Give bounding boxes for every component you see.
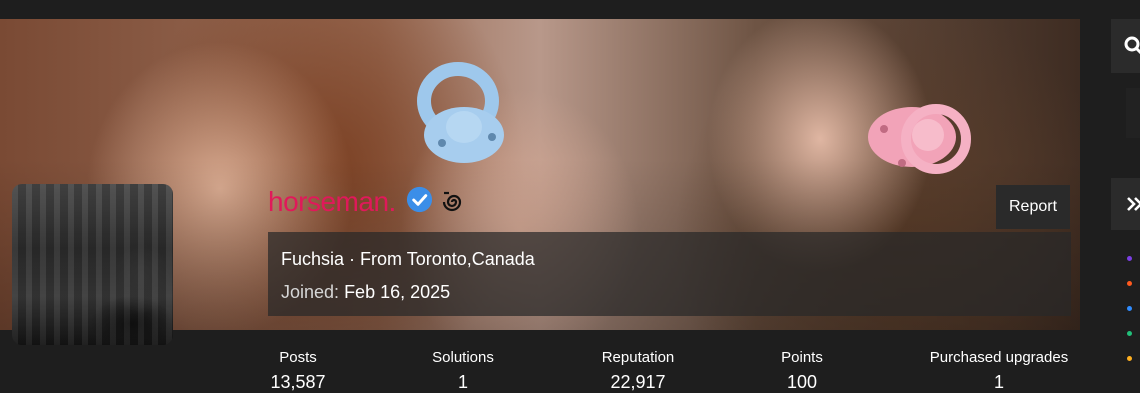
pink-pacifier-graphic (868, 104, 971, 174)
sidebar-input[interactable] (1126, 88, 1140, 138)
search-icon (1124, 36, 1140, 55)
stat-solutions[interactable]: Solutions 1 (418, 349, 508, 393)
list-marker-icon (1127, 356, 1132, 361)
list-marker-icon (1127, 306, 1132, 311)
spiral-badge-icon (442, 191, 462, 212)
list-marker-icon (1127, 281, 1132, 286)
stat-purchased-upgrades[interactable]: Purchased upgrades 1 (922, 349, 1076, 393)
verified-check-icon (406, 186, 433, 213)
stat-label: Solutions (432, 349, 494, 366)
avatar-photo (12, 184, 173, 345)
report-button[interactable]: Report (996, 185, 1070, 229)
stat-label: Purchased upgrades (929, 349, 1069, 366)
sidebar-section-header[interactable] (1111, 178, 1140, 230)
user-avatar[interactable] (12, 184, 173, 345)
profile-meta-line: Fuchsia · From Toronto,Canada (281, 249, 535, 270)
double-chevron-right-icon (1127, 197, 1140, 211)
list-marker-icon (1127, 331, 1132, 336)
joined-date: Feb 16, 2025 (344, 282, 451, 302)
stat-label: Posts (279, 349, 317, 366)
username[interactable]: horseman. (268, 186, 396, 218)
stat-posts[interactable]: Posts 13,587 (258, 349, 338, 393)
joined-label: Joined: (281, 282, 340, 302)
stat-label: Points (781, 349, 823, 366)
search-button[interactable] (1111, 19, 1140, 73)
stat-label: Reputation (601, 349, 675, 366)
meta-separator: · (344, 249, 361, 269)
list-marker-icon (1127, 256, 1132, 261)
user-location: From Toronto,Canada (360, 249, 535, 269)
profile-info-box: Fuchsia · From Toronto,Canada Joined: Fe… (268, 232, 1071, 316)
stat-reputation[interactable]: Reputation 22,917 (590, 349, 686, 393)
joined-line: Joined: Feb 16, 2025 (281, 282, 450, 303)
stat-points[interactable]: Points 100 (762, 349, 842, 393)
blue-pacifier-graphic (417, 62, 504, 163)
user-rank: Fuchsia (281, 249, 345, 269)
